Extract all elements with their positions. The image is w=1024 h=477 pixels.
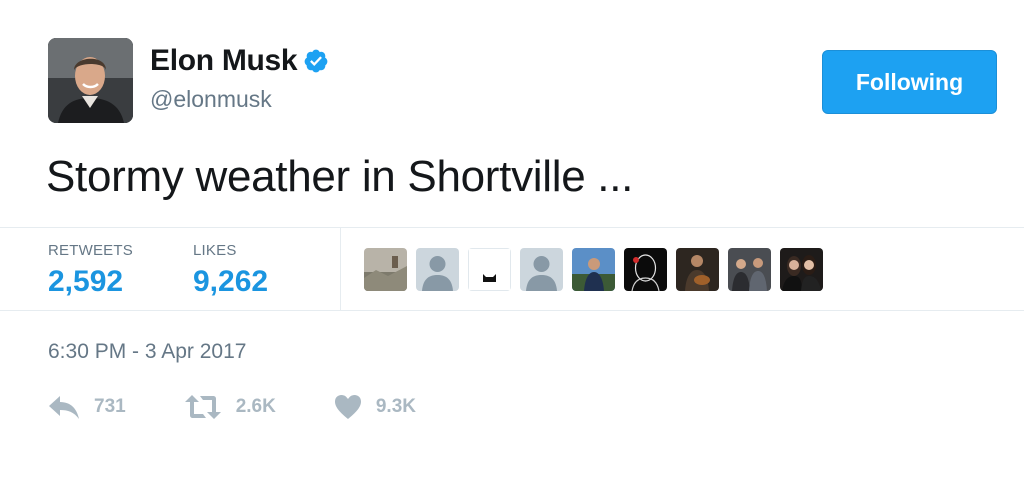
- retweet-count: 2.6K: [235, 396, 276, 417]
- author-handle[interactable]: @elonmusk: [150, 86, 272, 113]
- reply-icon: [49, 396, 79, 419]
- verified-badge-icon: [304, 49, 328, 73]
- following-button[interactable]: Following: [822, 50, 997, 114]
- tweet-stats-bar: RETWEETS 2,592 LIKES 9,262: [0, 227, 1024, 311]
- group-photo-avatar[interactable]: [728, 248, 771, 291]
- default-profile-avatar[interactable]: [416, 248, 459, 291]
- reply-count: 731: [94, 396, 126, 417]
- likes-label: LIKES: [193, 242, 237, 259]
- tweet-timestamp[interactable]: 6:30 PM - 3 Apr 2017: [48, 340, 246, 364]
- default-profile-avatar[interactable]: [520, 248, 563, 291]
- stats-divider: [340, 228, 341, 311]
- landscape-photo-avatar[interactable]: [364, 248, 407, 291]
- retweet-icon: [184, 395, 221, 419]
- like-button[interactable]: 9.3K: [334, 394, 416, 420]
- person-outdoors-avatar[interactable]: [572, 248, 615, 291]
- author-name-row: Elon Musk: [150, 44, 329, 78]
- liked-by-avatars: [364, 248, 823, 291]
- retweets-stat[interactable]: RETWEETS 2,592: [48, 242, 133, 299]
- tweet-text: Stormy weather in Shortville ...: [46, 152, 634, 201]
- heart-icon: [334, 395, 361, 419]
- two-women-avatar[interactable]: [780, 248, 823, 291]
- author-display-name[interactable]: Elon Musk: [150, 44, 298, 78]
- neon-portrait-avatar[interactable]: [624, 248, 667, 291]
- guitarist-avatar[interactable]: [676, 248, 719, 291]
- tweet-action-bar: 731 2.6K 9.3K: [48, 394, 474, 420]
- retweets-label: RETWEETS: [48, 242, 133, 259]
- black-cat-avatar[interactable]: [468, 248, 511, 291]
- likes-stat[interactable]: LIKES 9,262: [193, 242, 268, 299]
- like-count: 9.3K: [375, 396, 416, 417]
- retweet-button[interactable]: 2.6K: [184, 394, 276, 420]
- author-avatar[interactable]: [48, 38, 133, 123]
- likes-count: 9,262: [193, 265, 269, 298]
- retweets-count: 2,592: [48, 265, 124, 298]
- reply-button[interactable]: 731: [48, 394, 126, 420]
